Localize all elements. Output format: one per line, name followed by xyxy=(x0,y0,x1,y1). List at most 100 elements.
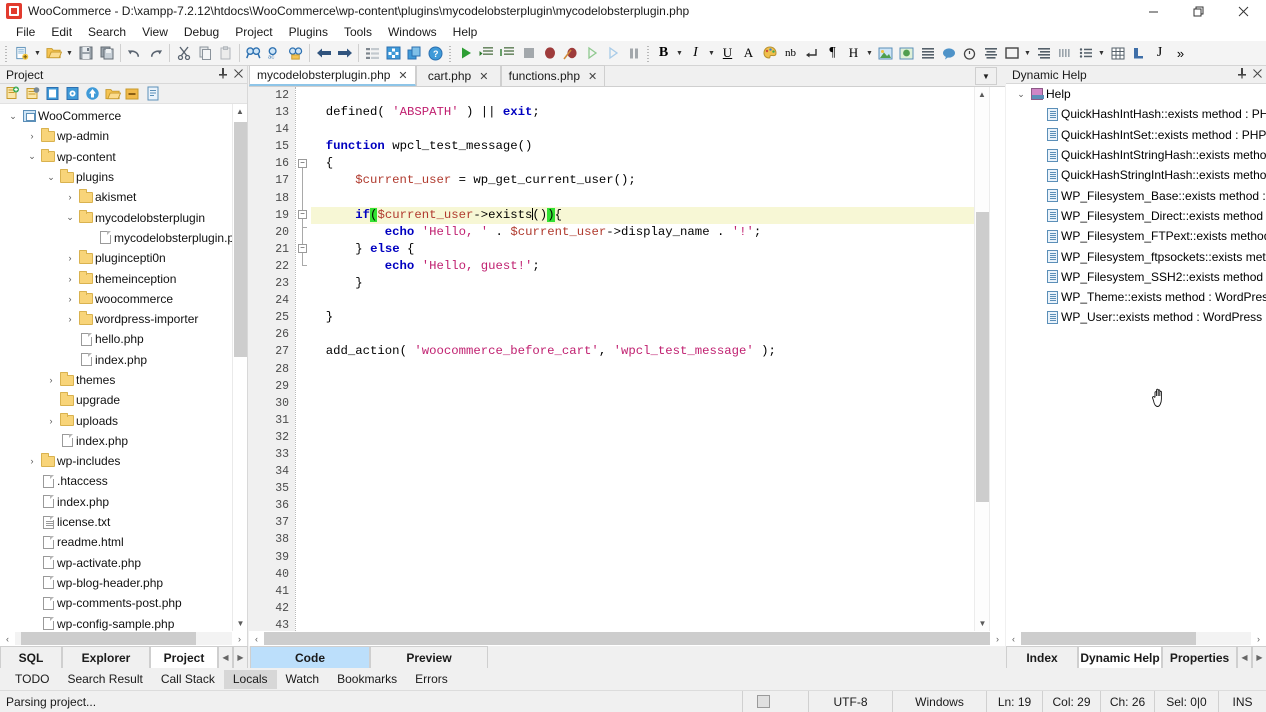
italic-icon[interactable]: I xyxy=(685,43,706,64)
toolbar-grip[interactable] xyxy=(448,43,453,63)
chevron-down-icon[interactable]: ⌄ xyxy=(6,111,20,122)
navigate-forward-icon[interactable] xyxy=(334,43,355,64)
remove-icon[interactable] xyxy=(124,85,141,102)
tree-item[interactable]: › uploads xyxy=(0,410,232,430)
toolbar-grip[interactable] xyxy=(4,43,9,63)
editor-tab-functions[interactable]: functions.php ✕ xyxy=(500,65,606,86)
bottom-tab-project[interactable]: Project xyxy=(150,646,218,668)
tree-item[interactable]: upgrade xyxy=(0,390,232,410)
code-line[interactable] xyxy=(311,531,974,548)
code-line[interactable]: echo 'Hello, ' . $current_user->display_… xyxy=(311,224,974,241)
code-line[interactable] xyxy=(311,446,974,463)
tree-item[interactable]: license.txt xyxy=(0,512,232,532)
code-line[interactable]: { xyxy=(311,155,974,172)
tree-item[interactable]: .htaccess xyxy=(0,471,232,491)
code-line[interactable]: add_action( 'woocommerce_before_cart', '… xyxy=(311,343,974,360)
chevron-down-icon[interactable]: ⌄ xyxy=(1014,89,1028,100)
chevron-down-icon[interactable]: ⌄ xyxy=(44,172,58,183)
status-encoding[interactable]: UTF-8 xyxy=(808,690,892,712)
step-into-icon[interactable] xyxy=(476,43,497,64)
minimize-button[interactable] xyxy=(1131,0,1176,22)
tree-item[interactable]: › akismet xyxy=(0,187,232,207)
fold-marker[interactable]: − xyxy=(298,210,307,219)
code-line[interactable] xyxy=(311,429,974,446)
project-tree[interactable]: ⌄ WooCommerce › wp-admin ⌄ wp-content ⌄ plugins… xyxy=(0,104,247,646)
tree-item[interactable]: wp-comments-post.php xyxy=(0,593,232,613)
scroll-right-arrow[interactable]: › xyxy=(1251,634,1266,644)
bold-dropdown-arrow[interactable]: ▼ xyxy=(674,43,685,64)
scroll-down-arrow[interactable]: ▼ xyxy=(975,616,990,631)
code-line[interactable] xyxy=(311,600,974,617)
bottom-tab-explorer[interactable]: Explorer xyxy=(62,646,150,668)
chevron-right-icon[interactable]: › xyxy=(44,375,58,385)
project-tree-horizontal-scrollbar[interactable]: ‹ › xyxy=(0,631,247,646)
chevron-right-icon[interactable]: › xyxy=(63,253,77,263)
code-text-area[interactable]: defined( 'ABSPATH' ) || exit; function w… xyxy=(311,87,974,631)
layers-icon[interactable] xyxy=(404,43,425,64)
settings-document-icon[interactable] xyxy=(64,85,81,102)
editor-tab-mycodelobsterplugin[interactable]: mycodelobsterplugin.php ✕ xyxy=(249,65,416,86)
pin-icon[interactable] xyxy=(218,67,228,82)
scrollbar-thumb[interactable] xyxy=(976,212,989,502)
image-icon[interactable] xyxy=(875,43,896,64)
code-editor[interactable]: 12 13 14 15 16 17 18 19 20 21 22 23 24 25 26 27 28 29 30 31… xyxy=(249,87,1005,712)
open-folder-dropdown-arrow[interactable]: ▼ xyxy=(64,43,75,64)
find-in-files-icon[interactable] xyxy=(285,43,306,64)
menu-item-search[interactable]: Search xyxy=(80,23,134,41)
tree-item[interactable]: wp-blog-header.php xyxy=(0,573,232,593)
find-icon[interactable] xyxy=(243,43,264,64)
add-file-icon[interactable] xyxy=(4,85,21,102)
div-dropdown-arrow[interactable]: ▼ xyxy=(1022,43,1033,64)
code-line[interactable]: defined( 'ABSPATH' ) || exit; xyxy=(311,104,974,121)
status-insert-mode[interactable]: INS xyxy=(1218,690,1266,712)
bottom-tab-prev-arrow[interactable]: ◀ xyxy=(218,646,233,668)
panel-tab-bookmarks[interactable]: Bookmarks xyxy=(328,670,406,689)
indent-icon[interactable] xyxy=(1033,43,1054,64)
tree-item[interactable]: › themeinception xyxy=(0,268,232,288)
code-line[interactable] xyxy=(311,583,974,600)
clock-icon[interactable] xyxy=(959,43,980,64)
upload-icon[interactable] xyxy=(84,85,101,102)
nbsp-icon[interactable]: nb xyxy=(780,43,801,64)
table-icon[interactable] xyxy=(1107,43,1128,64)
tree-item[interactable]: ⌄ mycodelobsterplugin xyxy=(0,207,232,227)
tab-dynamic-help[interactable]: Dynamic Help xyxy=(1078,646,1162,668)
list-ul-icon[interactable] xyxy=(1075,43,1096,64)
code-line[interactable] xyxy=(311,292,974,309)
comment-icon[interactable] xyxy=(938,43,959,64)
cut-icon[interactable] xyxy=(173,43,194,64)
layer-icon[interactable] xyxy=(1128,43,1149,64)
code-line[interactable] xyxy=(311,121,974,138)
help-list-item[interactable]: QuickHashIntSet::exists method : PHP xyxy=(1006,125,1266,145)
menu-item-project[interactable]: Project xyxy=(227,23,280,41)
chevron-down-icon[interactable]: ⌄ xyxy=(63,212,77,223)
bottom-tab-next-arrow[interactable]: ▶ xyxy=(233,646,248,668)
clear-breakpoints-icon[interactable] xyxy=(560,43,581,64)
tree-item[interactable]: index.php xyxy=(0,350,232,370)
code-line[interactable]: function wpcl_test_message() xyxy=(311,138,974,155)
scrollbar-track[interactable] xyxy=(264,632,990,645)
help-list-item[interactable]: QuickHashIntHash::exists method : PHP xyxy=(1006,104,1266,124)
more-icon[interactable]: » xyxy=(1170,43,1191,64)
tree-item[interactable]: index.php xyxy=(0,431,232,451)
scrollbar-track[interactable] xyxy=(15,632,232,645)
code-line[interactable] xyxy=(311,617,974,631)
step-over-icon[interactable] xyxy=(497,43,518,64)
tree-item[interactable]: wp-activate.php xyxy=(0,553,232,573)
tab-properties[interactable]: Properties xyxy=(1162,646,1237,668)
maximize-button[interactable] xyxy=(1176,0,1221,22)
help-list-item[interactable]: WP_Theme::exists method : WordPress xyxy=(1006,287,1266,307)
help-list-item[interactable]: QuickHashIntStringHash::exists method : xyxy=(1006,145,1266,165)
tab-list-dropdown-icon[interactable]: ▼ xyxy=(975,67,997,85)
add-folder-icon[interactable] xyxy=(24,85,41,102)
help-list-item[interactable]: WP_Filesystem_Base::exists method : Wor xyxy=(1006,185,1266,205)
right-tab-prev-arrow[interactable]: ◀ xyxy=(1237,646,1252,668)
code-line[interactable]: $current_user = wp_get_current_user(); xyxy=(311,172,974,189)
tree-item[interactable]: › plugincepti0n xyxy=(0,248,232,268)
scroll-left-arrow[interactable]: ‹ xyxy=(0,634,15,644)
tree-item[interactable]: ⌄ wp-content xyxy=(0,147,232,167)
tab-preview[interactable]: Preview xyxy=(370,646,488,668)
heading-dropdown-arrow[interactable]: ▼ xyxy=(864,43,875,64)
close-icon[interactable]: ✕ xyxy=(479,70,488,83)
menu-item-help[interactable]: Help xyxy=(445,23,486,41)
